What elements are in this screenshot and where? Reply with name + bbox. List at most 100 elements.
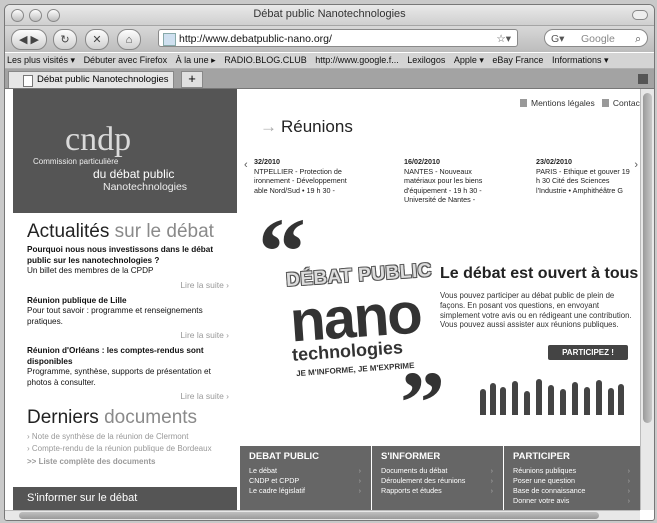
scroll-thumb[interactable] <box>19 512 599 519</box>
reload-icon: ↻ <box>60 34 70 46</box>
close-quote-icon: ” <box>400 354 445 453</box>
heading-light: documents <box>104 407 198 428</box>
open-debate-text: Vous pouvez participer au débat public d… <box>440 291 632 330</box>
event-date: 32/2010 <box>254 157 280 166</box>
news-item: Réunion publique de Lille Pour tout savo… <box>27 296 231 328</box>
event-item[interactable]: 32/2010 NTPELLIER - Protection de ironnem… <box>254 157 350 195</box>
new-tab-button[interactable]: + <box>181 71 203 88</box>
bookmark-item[interactable]: À la une ▸ <box>176 55 216 66</box>
news-body: Un billet des membres de la CPDP <box>27 266 154 275</box>
news-heading: Actualités sur le débat <box>27 221 237 243</box>
footer-col-title: S'INFORMER <box>381 451 441 462</box>
bookmark-item[interactable]: Apple ▾ <box>454 55 484 66</box>
home-icon: ⌂ <box>125 33 133 46</box>
address-text: http://www.debatpublic-nano.org/ <box>179 33 332 45</box>
search-box[interactable]: G▾ Google ⌕ <box>544 29 648 47</box>
bookmark-item[interactable]: Informations ▾ <box>552 55 609 66</box>
bookmark-item[interactable]: Débuter avec Firefox <box>84 55 168 65</box>
stop-icon: ✕ <box>92 34 102 46</box>
heading-dark: Derniers <box>27 407 99 428</box>
footer-col-title: DEBAT PUBLIC <box>249 451 320 462</box>
logo-text: cndp <box>65 121 132 158</box>
toolbar-toggle-button[interactable] <box>632 10 648 20</box>
news-panel: Actualités sur le débat Pourquoi nous no… <box>13 213 237 485</box>
navigation-toolbar: ◀ ▶ ↻ ✕ ⌂ http://www.debatpublic-nano.or… <box>5 26 654 52</box>
stop-button[interactable]: ✕ <box>85 29 109 50</box>
events-carousel: 32/2010 NTPELLIER - Protection de ironnem… <box>254 157 634 205</box>
footer-col-participer: PARTICIPER Réunions publiques Poser une … <box>504 446 640 510</box>
reload-button[interactable]: ↻ <box>53 29 77 50</box>
window-title: Débat public Nanotechnologies <box>253 8 406 20</box>
carousel-next-icon[interactable]: › <box>634 159 638 171</box>
heading-dark: Actualités <box>27 221 110 242</box>
footer-link[interactable]: Rapports et études <box>381 486 503 496</box>
document-link[interactable]: › Note de synthèse de la réunion de Cler… <box>27 431 231 442</box>
footer-link[interactable]: Donner votre avis <box>513 496 640 506</box>
news-item: Pourquoi nous nous investissons dans le … <box>27 245 231 277</box>
bookmark-item[interactable]: Lexilogos <box>407 55 445 65</box>
address-bar[interactable]: http://www.debatpublic-nano.org/ ☆▾ <box>158 29 518 47</box>
footer-link[interactable]: Base de connaissance <box>513 486 640 496</box>
horizontal-scrollbar[interactable] <box>5 510 640 520</box>
footer-link[interactable]: Le cadre législatif <box>249 486 371 496</box>
event-item[interactable]: 16/02/2010 NANTES - Nouveaux matériaux po… <box>404 157 500 205</box>
footer-link[interactable]: Documents du débat <box>381 466 503 476</box>
footer-link[interactable]: Le débat <box>249 466 371 476</box>
read-more-link[interactable]: Lire la suite › <box>13 280 229 290</box>
document-link[interactable]: › Compte-rendu de la réunion publique de… <box>27 443 231 454</box>
scroll-thumb[interactable] <box>643 93 652 423</box>
news-title[interactable]: Pourquoi nous nous investissons dans le … <box>27 245 231 266</box>
legal-link[interactable]: Mentions légales <box>531 98 595 108</box>
all-documents-link[interactable]: >> Liste complète des documents <box>27 457 237 466</box>
title-bar: Débat public Nanotechnologies <box>5 5 654 26</box>
footer-link[interactable]: Déroulement des réunions <box>381 476 503 486</box>
bookmark-star-icon[interactable]: ☆▾ <box>496 30 511 48</box>
footer-col-debat: DEBAT PUBLIC Le débat CNDP et CPDP Le ca… <box>240 446 372 510</box>
tab-debat-public[interactable]: Débat public Nanotechnologies <box>8 71 174 88</box>
logo-subtitle: Commission particulière <box>33 157 119 166</box>
bookmark-item[interactable]: http://www.google.f... <box>315 55 399 65</box>
open-debate-heading: Le débat est ouvert à tous <box>440 265 639 282</box>
forward-icon[interactable]: ▶ <box>31 33 39 46</box>
back-forward-buttons[interactable]: ◀ ▶ <box>11 29 47 50</box>
contact-link[interactable]: Contact <box>613 98 640 108</box>
site-favicon-icon <box>163 33 176 46</box>
main-column: Mentions légales Contact → Réunions ‹ 32/… <box>240 89 640 510</box>
tab-list-icon[interactable] <box>638 74 648 84</box>
home-button[interactable]: ⌂ <box>117 29 141 50</box>
heading-light: sur le débat <box>114 221 214 242</box>
reunions-heading: → Réunions <box>260 117 353 137</box>
page-content: cndp Commission particulière du débat pu… <box>5 89 640 510</box>
news-item: Réunion d'Orléans : les comptes-rendus s… <box>27 346 231 388</box>
event-item[interactable]: 23/02/2010 PARIS - Ethique et gouver 19 h… <box>536 157 632 195</box>
footer-link[interactable]: Réunions publiques <box>513 466 640 476</box>
search-icon[interactable]: ⌕ <box>635 30 641 48</box>
browser-window: Débat public Nanotechnologies ◀ ▶ ↻ ✕ ⌂ … <box>4 4 655 521</box>
footer-link[interactable]: Poser une question <box>513 476 640 486</box>
news-title[interactable]: Réunion d'Orléans : les comptes-rendus s… <box>27 346 231 367</box>
bookmark-item[interactable]: Les plus visités ▾ <box>7 55 75 66</box>
footer-col-informer: S'INFORMER Documents du débat Déroulemen… <box>372 446 504 510</box>
cndp-logo[interactable]: cndp Commission particulière du débat pu… <box>13 89 237 213</box>
read-more-link[interactable]: Lire la suite › <box>13 391 229 401</box>
carousel-prev-icon[interactable]: ‹ <box>244 159 248 171</box>
logo-subtitle: Nanotechnologies <box>103 181 188 193</box>
search-engine-icon[interactable]: G▾ <box>551 30 564 48</box>
logo-subtitle: du débat public <box>93 167 175 181</box>
tab-title: Débat public Nanotechnologies <box>37 74 169 85</box>
bookmarks-bar: Les plus visités ▾ Débuter avec Firefox … <box>5 53 654 69</box>
vertical-scrollbar[interactable] <box>640 89 654 510</box>
read-more-link[interactable]: Lire la suite › <box>13 330 229 340</box>
back-icon[interactable]: ◀ <box>19 33 27 46</box>
participez-button[interactable]: PARTICIPEZ ! <box>548 345 628 360</box>
footer-col-title: PARTICIPER <box>513 451 570 462</box>
arrow-right-icon: → <box>260 117 277 136</box>
mail-icon <box>601 99 609 107</box>
bookmark-item[interactable]: eBay France <box>492 55 543 65</box>
footer-link[interactable]: CNDP et CPDP <box>249 476 371 486</box>
bookmark-item[interactable]: RADIO.BLOG.CLUB <box>224 55 307 65</box>
inform-banner[interactable]: S'informer sur le débat <box>13 487 237 510</box>
news-title[interactable]: Réunion publique de Lille <box>27 296 231 307</box>
page-icon <box>23 75 33 87</box>
tab-bar: Débat public Nanotechnologies + <box>5 69 654 89</box>
